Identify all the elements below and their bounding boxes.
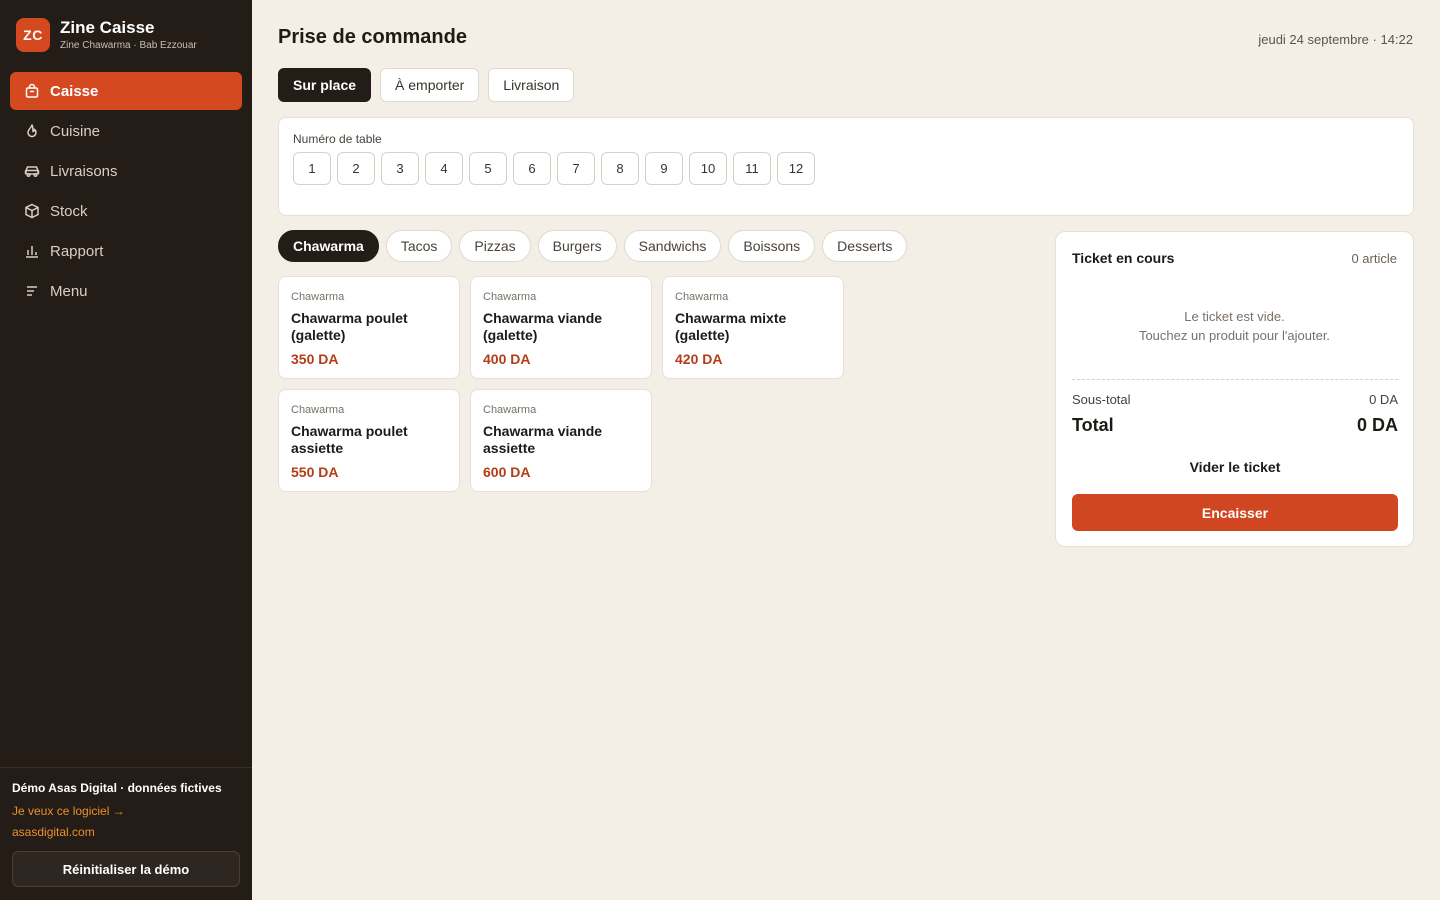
ticket-item-count: 0 article	[1351, 251, 1397, 266]
sidebar-item-menu[interactable]: Menu	[10, 272, 242, 310]
tab-sur-place[interactable]: Sur place	[278, 68, 372, 102]
product-category: Chawarma	[483, 404, 537, 416]
table-number-button[interactable]: 9	[645, 152, 683, 185]
brand-logo: ZC	[16, 18, 50, 52]
table-number-button[interactable]: 10	[689, 152, 727, 185]
product-category: Chawarma	[483, 291, 537, 303]
product-card[interactable]: Chawarma Chawarma poulet assiette 550 DA	[278, 389, 460, 492]
total-label: Total	[1072, 415, 1114, 435]
order-mode-tabs: Sur place À emporter Livraison	[278, 68, 583, 102]
product-card[interactable]: Chawarma Chawarma mixte (galette) 420 DA	[662, 276, 844, 379]
product-grid: Chawarma Chawarma poulet (galette) 350 D…	[278, 276, 1038, 502]
sidebar-item-label: Caisse	[50, 82, 99, 100]
table-number-button[interactable]: 5	[469, 152, 507, 185]
demo-notice: Démo Asas Digital · données fictives	[12, 781, 222, 795]
datetime: jeudi 24 septembre · 14:22	[1258, 32, 1413, 47]
product-price: 400 DA	[483, 351, 531, 367]
total-row: Total 0 DA	[1072, 415, 1398, 436]
table-number-button[interactable]: 1	[293, 152, 331, 185]
flame-icon	[24, 123, 40, 139]
reset-demo-button[interactable]: Réinitialiser la démo	[12, 851, 240, 887]
category-tab-boissons[interactable]: Boissons	[728, 230, 816, 262]
table-number-button[interactable]: 7	[557, 152, 595, 185]
table-number-list: 1 2 3 4 5 6 7 8 9 10 11 12	[293, 152, 821, 185]
category-tab-sandwichs[interactable]: Sandwichs	[623, 230, 722, 262]
cta-link[interactable]: Je veux ce logiciel →	[12, 804, 240, 818]
sidebar-item-cuisine[interactable]: Cuisine	[10, 112, 242, 150]
sidebar-item-label: Livraisons	[50, 162, 118, 180]
category-tab-desserts[interactable]: Desserts	[822, 230, 908, 262]
ticket-empty-message: Le ticket est vide. Touchez un produit p…	[1056, 307, 1413, 345]
table-number-button[interactable]: 11	[733, 152, 771, 185]
table-number-button[interactable]: 4	[425, 152, 463, 185]
product-price: 420 DA	[675, 351, 723, 367]
list-icon	[24, 283, 40, 299]
ticket-empty-line: Le ticket est vide.	[1184, 309, 1285, 324]
car-icon	[24, 163, 40, 179]
ticket-divider	[1072, 379, 1398, 380]
product-category: Chawarma	[675, 291, 729, 303]
brand-title: Zine Caisse	[60, 18, 155, 37]
product-price: 550 DA	[291, 464, 339, 480]
product-name: Chawarma viande assiette	[483, 423, 603, 456]
table-number-button[interactable]: 8	[601, 152, 639, 185]
website-link[interactable]: asasdigital.com	[12, 825, 240, 839]
product-price: 350 DA	[291, 351, 339, 367]
sidebar-item-caisse[interactable]: Caisse	[10, 72, 242, 110]
product-card[interactable]: Chawarma Chawarma viande (galette) 400 D…	[470, 276, 652, 379]
brand-subtitle: Zine Chawarma · Bab Ezzouar	[60, 40, 197, 51]
clear-ticket-button[interactable]: Vider le ticket	[1072, 455, 1398, 479]
ticket-title: Ticket en cours	[1072, 250, 1175, 266]
box-icon	[24, 203, 40, 219]
sidebar-footer: Démo Asas Digital · données fictives Je …	[0, 767, 252, 887]
product-category: Chawarma	[291, 404, 345, 416]
product-name: Chawarma mixte (galette)	[675, 310, 787, 343]
subtotal-value: 0 DA	[1369, 392, 1398, 407]
bar-chart-icon	[24, 243, 40, 259]
table-selector: Numéro de table 1 2 3 4 5 6 7 8 9 10 11 …	[278, 117, 1414, 216]
checkout-button[interactable]: Encaisser	[1072, 494, 1398, 531]
product-price: 600 DA	[483, 464, 531, 480]
bag-icon	[24, 83, 40, 99]
page-title: Prise de commande	[278, 26, 467, 48]
tab-a-emporter[interactable]: À emporter	[380, 68, 480, 102]
sidebar-item-rapport[interactable]: Rapport	[10, 232, 242, 270]
total-value: 0 DA	[1356, 415, 1398, 435]
product-category: Chawarma	[291, 291, 345, 303]
ticket-empty-line: Touchez un produit pour l'ajouter.	[1138, 328, 1331, 343]
category-tab-pizzas[interactable]: Pizzas	[459, 230, 531, 262]
sidebar-nav: Caisse Cuisine Livraisons Stock Rapport	[10, 72, 242, 312]
sidebar-item-label: Cuisine	[50, 122, 101, 140]
category-tab-burgers[interactable]: Burgers	[537, 230, 617, 262]
table-number-button[interactable]: 6	[513, 152, 551, 185]
subtotal-label: Sous-total	[1072, 392, 1131, 407]
table-number-button[interactable]: 12	[777, 152, 815, 185]
product-name: Chawarma poulet (galette)	[291, 310, 408, 343]
sidebar-item-label: Stock	[50, 202, 88, 220]
brand: ZC Zine Caisse Zine Chawarma · Bab Ezzou…	[16, 18, 197, 52]
sidebar: ZC Zine Caisse Zine Chawarma · Bab Ezzou…	[0, 0, 252, 900]
product-card[interactable]: Chawarma Chawarma viande assiette 600 DA	[470, 389, 652, 492]
sidebar-item-label: Menu	[50, 282, 88, 300]
table-number-button[interactable]: 2	[337, 152, 375, 185]
sidebar-item-livraisons[interactable]: Livraisons	[10, 152, 242, 190]
table-number-button[interactable]: 3	[381, 152, 419, 185]
sidebar-item-stock[interactable]: Stock	[10, 192, 242, 230]
ticket-panel: Ticket en cours 0 article Le ticket est …	[1055, 231, 1414, 547]
product-name: Chawarma viande (galette)	[483, 310, 603, 343]
category-tab-chawarma[interactable]: Chawarma	[278, 230, 379, 262]
category-tab-tacos[interactable]: Tacos	[385, 230, 453, 262]
subtotal-row: Sous-total 0 DA	[1072, 392, 1398, 407]
sidebar-item-label: Rapport	[50, 242, 104, 260]
tab-livraison[interactable]: Livraison	[488, 68, 575, 102]
product-name: Chawarma poulet assiette	[291, 423, 408, 456]
product-card[interactable]: Chawarma Chawarma poulet (galette) 350 D…	[278, 276, 460, 379]
table-selector-label: Numéro de table	[293, 132, 382, 146]
category-tabs: Chawarma Tacos Pizzas Burgers Sandwichs …	[278, 230, 914, 262]
